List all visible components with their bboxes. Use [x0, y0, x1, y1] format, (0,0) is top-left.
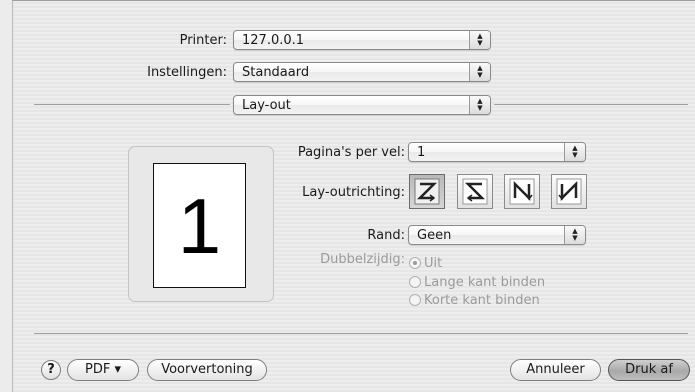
settings-label: Instellingen:	[147, 65, 227, 80]
layout-z-button[interactable]	[409, 174, 445, 209]
reverse-z-order-icon	[462, 178, 488, 205]
help-button[interactable]: ?	[41, 360, 61, 380]
duplex-option-short-edge[interactable]: Korte kant binden	[409, 293, 540, 308]
printer-popup[interactable]: 127.0.0.1 ▲ ▼	[233, 30, 491, 50]
border-popup[interactable]: Geen ▲ ▼	[408, 225, 586, 245]
printer-label: Printer:	[179, 33, 227, 48]
popup-arrows-icon: ▲ ▼	[469, 96, 490, 114]
pdf-button[interactable]: PDF ▾	[67, 359, 139, 381]
border-value: Geen	[417, 228, 452, 243]
layout-reverse-n-button[interactable]	[551, 174, 587, 209]
n-order-icon	[509, 178, 535, 205]
settings-value: Standaard	[242, 65, 310, 80]
settings-popup[interactable]: Standaard ▲ ▼	[233, 62, 491, 82]
separator-left	[34, 104, 230, 105]
cancel-button[interactable]: Annuleer	[510, 359, 601, 381]
preview-button[interactable]: Voorvertoning	[147, 359, 267, 381]
radio-icon	[409, 294, 421, 306]
print-button[interactable]: Druk af	[608, 359, 690, 381]
radio-selected-icon	[409, 257, 421, 269]
layout-n-button[interactable]	[504, 174, 540, 209]
duplex-option-off[interactable]: Uit	[409, 256, 442, 271]
pages-per-sheet-value: 1	[417, 145, 426, 160]
dialog-top-edge	[12, 0, 695, 1]
border-label: Rand:	[367, 228, 405, 243]
separator-right	[494, 104, 688, 105]
popup-arrows-icon: ▲ ▼	[469, 63, 490, 81]
layout-reverse-z-button[interactable]	[457, 174, 493, 209]
duplex-label: Dubbelzijdig:	[320, 252, 405, 267]
page-preview: 1	[153, 163, 246, 288]
layout-direction-label: Lay-outrichting:	[302, 185, 405, 200]
printer-value: 127.0.0.1	[242, 33, 305, 48]
pages-per-sheet-popup[interactable]: 1 ▲ ▼	[408, 142, 586, 162]
duplex-option-long-edge[interactable]: Lange kant binden	[409, 275, 545, 290]
popup-arrows-icon: ▲ ▼	[469, 31, 490, 49]
pages-per-sheet-label: Pagina's per vel:	[297, 145, 405, 160]
page-number: 1	[177, 181, 222, 270]
popup-arrows-icon: ▲ ▼	[564, 143, 585, 161]
reverse-n-order-icon	[556, 178, 582, 205]
z-order-icon	[414, 178, 440, 205]
duplex-option-label: Lange kant binden	[424, 275, 546, 290]
duplex-option-label: Uit	[424, 256, 443, 271]
footer-separator	[34, 333, 688, 334]
duplex-option-label: Korte kant binden	[424, 293, 540, 308]
panel-value: Lay-out	[242, 98, 291, 113]
panel-popup[interactable]: Lay-out ▲ ▼	[233, 95, 491, 115]
popup-arrows-icon: ▲ ▼	[564, 226, 585, 244]
radio-icon	[409, 276, 421, 288]
